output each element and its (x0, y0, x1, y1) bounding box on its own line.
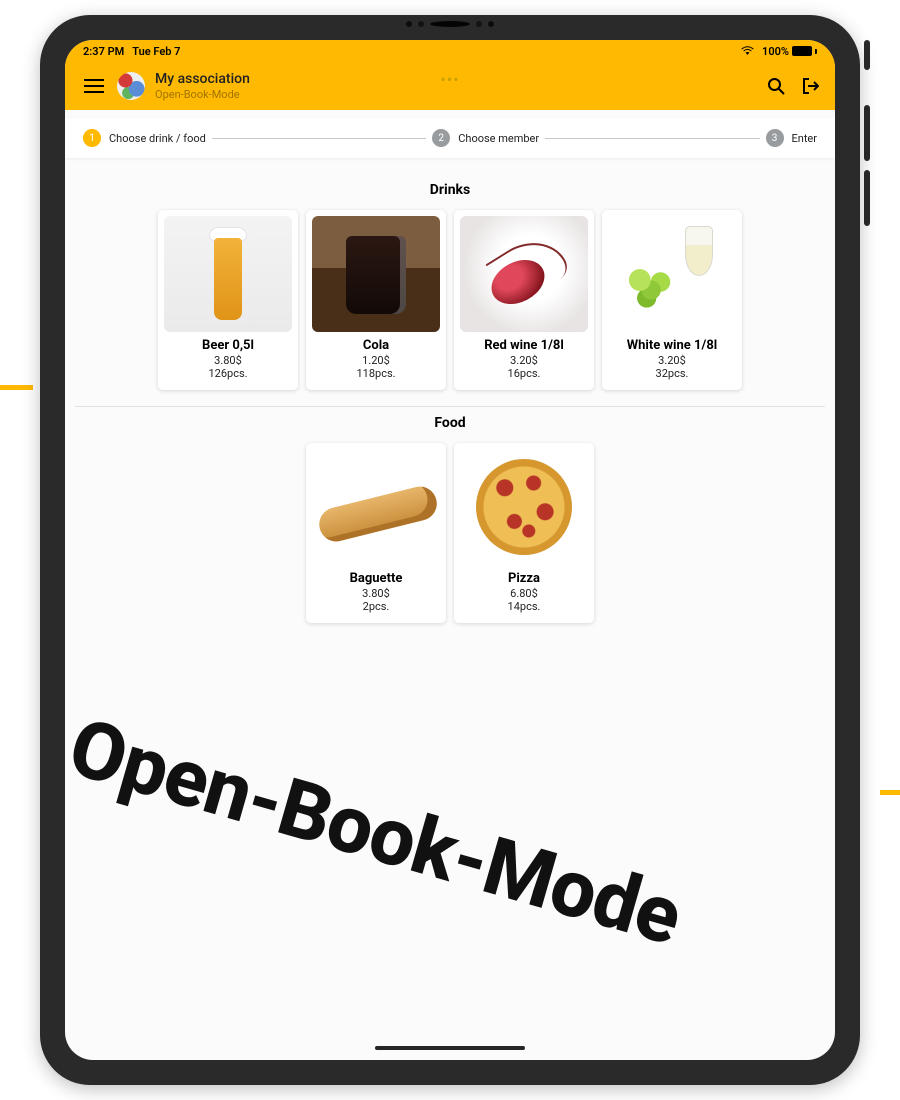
product-price: 3.80$ (164, 354, 292, 367)
header-title: My association (155, 71, 250, 88)
step-number: 1 (83, 129, 101, 147)
device-volume-up (864, 105, 870, 161)
product-qty: 16pcs. (460, 367, 588, 380)
device-screen: ••• 2:37 PM Tue Feb 7 100% (65, 40, 835, 1060)
product-image (460, 449, 588, 565)
product-price: 3.80$ (312, 587, 440, 600)
step-connector (212, 138, 426, 139)
battery-level: 100% (762, 45, 789, 58)
page-accent-stripe (0, 385, 33, 390)
product-name: Cola (312, 338, 440, 353)
step-label: Choose drink / food (109, 132, 206, 145)
stepper: 1 Choose drink / food 2 Choose member 3 … (65, 118, 835, 158)
product-image (608, 216, 736, 332)
product-qty: 32pcs. (608, 367, 736, 380)
step-choose-member[interactable]: 2 Choose member (432, 129, 539, 147)
product-qty: 126pcs. (164, 367, 292, 380)
section-title-food: Food (75, 415, 825, 431)
status-date: Tue Feb 7 (132, 45, 180, 58)
hamburger-icon (84, 79, 104, 93)
logout-icon (801, 77, 819, 95)
product-image (460, 216, 588, 332)
avatar[interactable] (117, 72, 145, 100)
product-image (312, 449, 440, 565)
home-indicator[interactable] (375, 1046, 525, 1050)
header-subtitle: Open-Book-Mode (155, 88, 250, 101)
device-sensors (406, 21, 494, 27)
product-name: Red wine 1/8l (460, 338, 588, 353)
product-name: Pizza (460, 571, 588, 586)
wifi-icon (741, 46, 754, 56)
step-connector (545, 138, 759, 139)
step-label: Choose member (458, 132, 539, 145)
product-card-baguette[interactable]: Baguette 3.80$ 2pcs. (306, 443, 446, 623)
search-button[interactable] (759, 69, 793, 103)
product-qty: 2pcs. (312, 600, 440, 613)
product-card-pizza[interactable]: Pizza 6.80$ 14pcs. (454, 443, 594, 623)
product-card-cola[interactable]: Cola 1.20$ 118pcs. (306, 210, 446, 390)
battery-indicator: 100% (762, 45, 817, 58)
product-name: Baguette (312, 571, 440, 586)
menu-button[interactable] (77, 69, 111, 103)
device-power-button (864, 40, 870, 70)
device-volume-down (864, 170, 870, 226)
logout-button[interactable] (793, 69, 827, 103)
status-bar: 2:37 PM Tue Feb 7 100% (65, 40, 835, 62)
search-icon (767, 77, 785, 95)
product-name: Beer 0,5l (164, 338, 292, 353)
food-grid: Baguette 3.80$ 2pcs. Pizza 6.80$ 14pcs. (75, 443, 825, 623)
header-title-block: My association Open-Book-Mode (155, 71, 250, 101)
product-qty: 14pcs. (460, 600, 588, 613)
product-price: 3.20$ (460, 354, 588, 367)
section-title-drinks: Drinks (75, 182, 825, 198)
product-image (312, 216, 440, 332)
product-price: 1.20$ (312, 354, 440, 367)
device-frame: ••• 2:37 PM Tue Feb 7 100% (40, 15, 860, 1085)
product-price: 6.80$ (460, 587, 588, 600)
multitask-indicator-icon: ••• (440, 70, 459, 89)
section-divider (75, 406, 825, 407)
product-card-red-wine[interactable]: Red wine 1/8l 3.20$ 16pcs. (454, 210, 594, 390)
content-scroll[interactable]: Drinks Beer 0,5l 3.80$ 126pcs. Cola 1.20… (65, 158, 835, 1060)
product-qty: 118pcs. (312, 367, 440, 380)
drinks-grid: Beer 0,5l 3.80$ 126pcs. Cola 1.20$ 118pc… (75, 210, 825, 390)
product-price: 3.20$ (608, 354, 736, 367)
step-number: 3 (766, 129, 784, 147)
product-card-beer[interactable]: Beer 0,5l 3.80$ 126pcs. (158, 210, 298, 390)
step-number: 2 (432, 129, 450, 147)
step-choose-drink-food[interactable]: 1 Choose drink / food (83, 129, 206, 147)
page-accent-stripe (880, 790, 900, 795)
status-time: 2:37 PM (83, 45, 124, 58)
product-image (164, 216, 292, 332)
step-enter[interactable]: 3 Enter (766, 129, 818, 147)
product-name: White wine 1/8l (608, 338, 736, 353)
step-label: Enter (792, 132, 818, 145)
product-card-white-wine[interactable]: White wine 1/8l 3.20$ 32pcs. (602, 210, 742, 390)
